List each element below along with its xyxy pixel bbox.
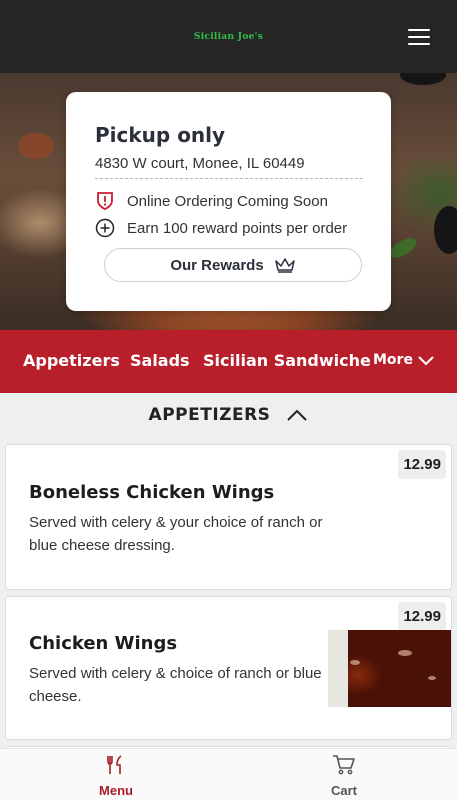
our-rewards-button[interactable]: Our Rewards xyxy=(104,248,362,282)
nav-cart-label: Cart xyxy=(330,783,357,798)
alert-shield-icon xyxy=(95,191,115,211)
chevron-up-icon[interactable] xyxy=(286,408,308,422)
store-info-card: Pickup only 4830 W court, Monee, IL 6044… xyxy=(66,92,391,311)
ordering-notice: Online Ordering Coming Soon xyxy=(95,191,328,211)
item-price: 12.99 xyxy=(398,450,446,479)
item-name: Chicken Wings xyxy=(29,633,178,654)
more-categories-button[interactable]: More xyxy=(373,352,435,368)
menu-item-card[interactable]: 12.99 Chicken Wings Served with celery &… xyxy=(5,596,452,740)
bottom-nav: Menu Cart xyxy=(0,748,457,800)
section-header-appetizers[interactable]: APPETIZERS xyxy=(0,393,457,436)
item-description: Served with celery & your choice of ranc… xyxy=(29,514,323,554)
category-salads[interactable]: Salads xyxy=(130,351,190,370)
pickup-title: Pickup only xyxy=(95,123,226,147)
ordering-notice-text: Online Ordering Coming Soon xyxy=(127,192,328,210)
reward-info-text: Earn 100 reward points per order xyxy=(127,219,348,237)
our-rewards-label: Our Rewards xyxy=(170,256,264,274)
reward-info: Earn 100 reward points per order xyxy=(95,218,347,238)
hamburger-menu-icon[interactable] xyxy=(408,26,432,46)
category-appetizers[interactable]: Appetizers xyxy=(23,351,120,370)
store-address: 4830 W court, Monee, IL 60449 xyxy=(95,155,305,172)
nav-menu[interactable]: Menu xyxy=(76,754,156,798)
top-bar: Sicilian Joe's xyxy=(0,0,457,73)
chevron-down-icon xyxy=(418,356,434,366)
plus-circle-icon xyxy=(95,218,115,238)
category-bar: Appetizers Salads Sicilian Sandwiche Mor… xyxy=(0,330,457,393)
section-title: APPETIZERS xyxy=(148,404,271,425)
item-description: Served with celery & choice of ranch or … xyxy=(29,665,322,705)
address-divider xyxy=(95,178,363,179)
crown-icon xyxy=(274,257,296,273)
nav-menu-label: Menu xyxy=(99,783,133,798)
brand-logo[interactable]: Sicilian Joe's xyxy=(0,32,457,42)
category-sicilian-sandwiche[interactable]: Sicilian Sandwiche xyxy=(203,351,371,370)
fork-knife-icon xyxy=(107,755,122,774)
nav-cart[interactable]: Cart xyxy=(304,754,384,798)
item-price: 12.99 xyxy=(398,602,446,631)
cart-icon xyxy=(333,755,355,775)
menu-item-card[interactable]: 12.99 Boneless Chicken Wings Served with… xyxy=(5,444,452,590)
more-label: More xyxy=(373,352,413,368)
item-name: Boneless Chicken Wings xyxy=(29,482,275,503)
chicken-wings-photo xyxy=(328,630,451,707)
